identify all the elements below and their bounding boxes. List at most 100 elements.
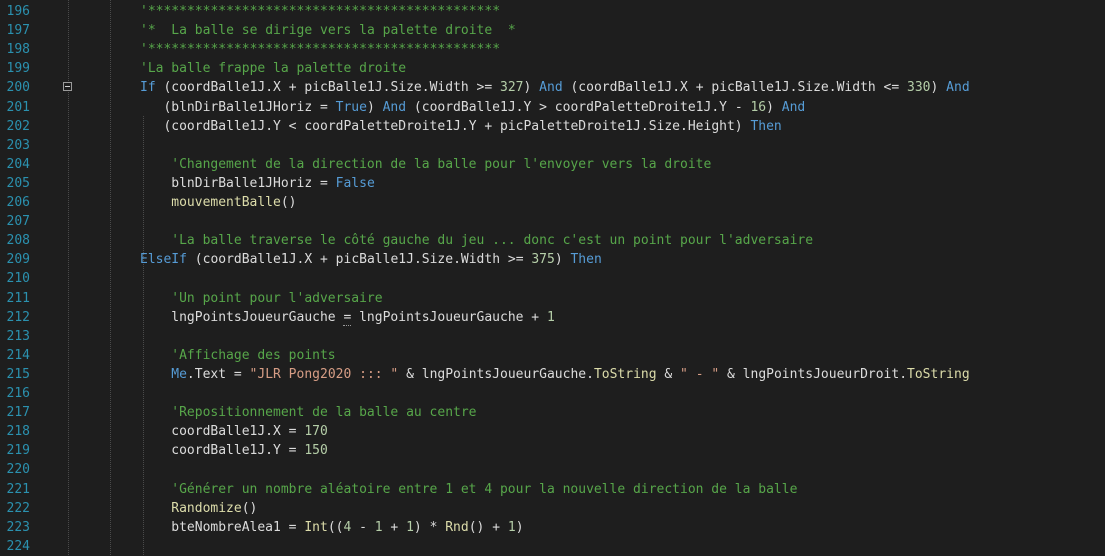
line-number: 222 [6,500,30,516]
code-token: (coordBalle1J.X + picBalle1J.Size.Width … [562,80,908,96]
code-line[interactable]: 203 [0,136,1105,155]
code-line[interactable]: 197 '* La balle se dirige vers la palette… [0,21,1105,40]
code-token: (coordBalle1J.Y < coordPaletteDroite1J.Y… [163,118,751,134]
code-line[interactable]: 204 'Changement de la direction de la bal… [0,155,1105,174]
code-line[interactable]: 221 'Générer un nombre aléatoire entre 1 … [0,480,1105,499]
line-number: 211 [6,290,30,306]
code-editor[interactable]: 196 '************************************… [0,0,1105,555]
code-token: Randomize [171,500,242,516]
code-line[interactable]: 198 '************************************… [0,40,1105,59]
code-token: ElseIf [140,252,187,268]
code-token: Rnd [445,519,469,535]
code-line[interactable]: 196 '************************************… [0,2,1105,21]
code-token: (coordBalle1J.Y > coordPaletteDroite1J.Y… [406,99,751,115]
code-token: (blnDirBalle1JHoriz = [163,99,336,115]
code-token: ) [554,252,571,268]
code-text: Randomize() [171,499,257,518]
code-line[interactable]: 211 'Un point pour l'adversaire [0,289,1105,308]
code-token: And [946,80,970,96]
code-line[interactable]: 202 (coordBalle1J.Y < coordPaletteDroite1… [0,117,1105,136]
code-token: 1 [374,519,383,535]
code-line[interactable]: 216 [0,384,1105,403]
code-line[interactable]: 200 If (coordBalle1J.X + picBalle1J.Size.… [0,78,1105,97]
code-token: (( [327,519,344,535]
code-text: coordBalle1J.X = 170 [171,422,328,441]
code-text: '***************************************… [140,2,500,21]
code-token: ) [515,519,524,535]
code-line[interactable]: 213 [0,327,1105,346]
line-number: 202 [6,118,30,134]
code-token: lngPointsJoueurGauche + [351,309,547,325]
line-number: 203 [6,137,30,153]
code-line[interactable]: 217 'Repositionnement de la balle au cent… [0,403,1105,422]
code-token: And [382,99,407,115]
code-token: ) [523,80,540,96]
line-number: 218 [6,424,30,440]
code-token: coordBalle1J.Y = [171,443,305,459]
code-text: 'La balle traverse le côté gauche du jeu… [171,231,813,250]
code-line[interactable]: 206 mouvementBalle() [0,193,1105,212]
line-number: 198 [6,42,30,58]
code-token: (coordBalle1J.X + picBalle1J.Size.Width … [155,80,501,96]
code-token: Then [750,118,782,134]
line-number: 223 [6,519,30,535]
code-text: '***************************************… [140,40,500,59]
code-line[interactable]: 199 'La balle frappe la palette droite [0,59,1105,78]
code-line[interactable]: 222 Randomize() [0,499,1105,518]
code-token: Me [171,366,187,382]
code-line[interactable]: 224 [0,537,1105,556]
code-line[interactable]: 215 Me.Text = "JLR Pong2020 ::: " & lngPo… [0,365,1105,384]
code-token: 1 [406,519,414,535]
code-line[interactable]: 207 [0,212,1105,231]
code-text: 'Générer un nombre aléatoire entre 1 et … [171,480,797,499]
code-text: (coordBalle1J.Y < coordPaletteDroite1J.Y… [163,117,781,136]
code-line[interactable]: 220 [0,460,1105,479]
line-number: 201 [6,99,30,115]
code-text: 'La balle frappe la palette droite [140,59,406,78]
code-text: bteNombreAlea1 = Int((4 - 1 + 1) * Rnd()… [171,518,523,537]
code-token: 1 [507,519,516,535]
line-number: 197 [6,23,30,39]
code-line[interactable]: 212 lngPointsJoueurGauche = lngPointsJoue… [0,308,1105,327]
code-line[interactable]: 205 blnDirBalle1JHoriz = False [0,174,1105,193]
code-text: Me.Text = "JLR Pong2020 ::: " & lngPoint… [171,365,969,384]
line-number: 212 [6,309,30,325]
code-token: 16 [750,99,767,115]
code-line[interactable]: 208 'La balle traverse le côté gauche du … [0,231,1105,250]
code-token: 'La balle traverse le côté gauche du jeu… [171,233,814,249]
code-token: 330 [907,80,931,96]
code-line[interactable]: 209 ElseIf (coordBalle1J.X + picBalle1J.S… [0,250,1105,269]
code-token: And [539,80,563,96]
code-token: ToString [907,366,970,382]
line-number: 207 [6,214,30,230]
code-line[interactable]: 223 bteNombreAlea1 = Int((4 - 1 + 1) * Rn… [0,518,1105,537]
code-token: + [382,519,407,535]
code-token: coordBalle1J.X = [171,424,305,440]
code-token: 1 [546,309,555,325]
code-line[interactable]: 219 coordBalle1J.Y = 150 [0,441,1105,460]
code-text: coordBalle1J.Y = 150 [171,441,328,460]
code-token: False [335,175,375,191]
line-number: 214 [6,347,30,363]
code-token: 'La balle frappe la palette droite [140,61,407,77]
code-line[interactable]: 214 'Affichage des points [0,346,1105,365]
code-token: () [241,500,258,516]
code-token: 'Un point pour l'adversaire [171,290,383,306]
code-text: blnDirBalle1JHoriz = False [171,174,375,193]
code-text: 'Changement de la direction de la balle … [171,155,711,174]
code-line[interactable]: 201 (blnDirBalle1JHoriz = True) And (coor… [0,98,1105,117]
line-number: 205 [6,175,30,191]
code-token: (coordBalle1J.X + picBalle1J.Size.Width … [186,252,532,268]
code-token: blnDirBalle1JHoriz = [171,175,336,191]
code-text: 'Un point pour l'adversaire [171,289,382,308]
line-number: 199 [6,61,30,77]
code-text: lngPointsJoueurGauche = lngPointsJoueurG… [171,308,555,327]
code-line[interactable]: 218 coordBalle1J.X = 170 [0,422,1105,441]
code-line[interactable]: 210 [0,269,1105,288]
code-token: 'Repositionnement de la balle au centre [171,405,477,421]
line-number: 217 [6,405,30,421]
code-token: Then [570,252,602,268]
code-token: ToString [593,366,657,382]
code-token: 150 [304,443,328,459]
code-token: ) [930,80,947,96]
